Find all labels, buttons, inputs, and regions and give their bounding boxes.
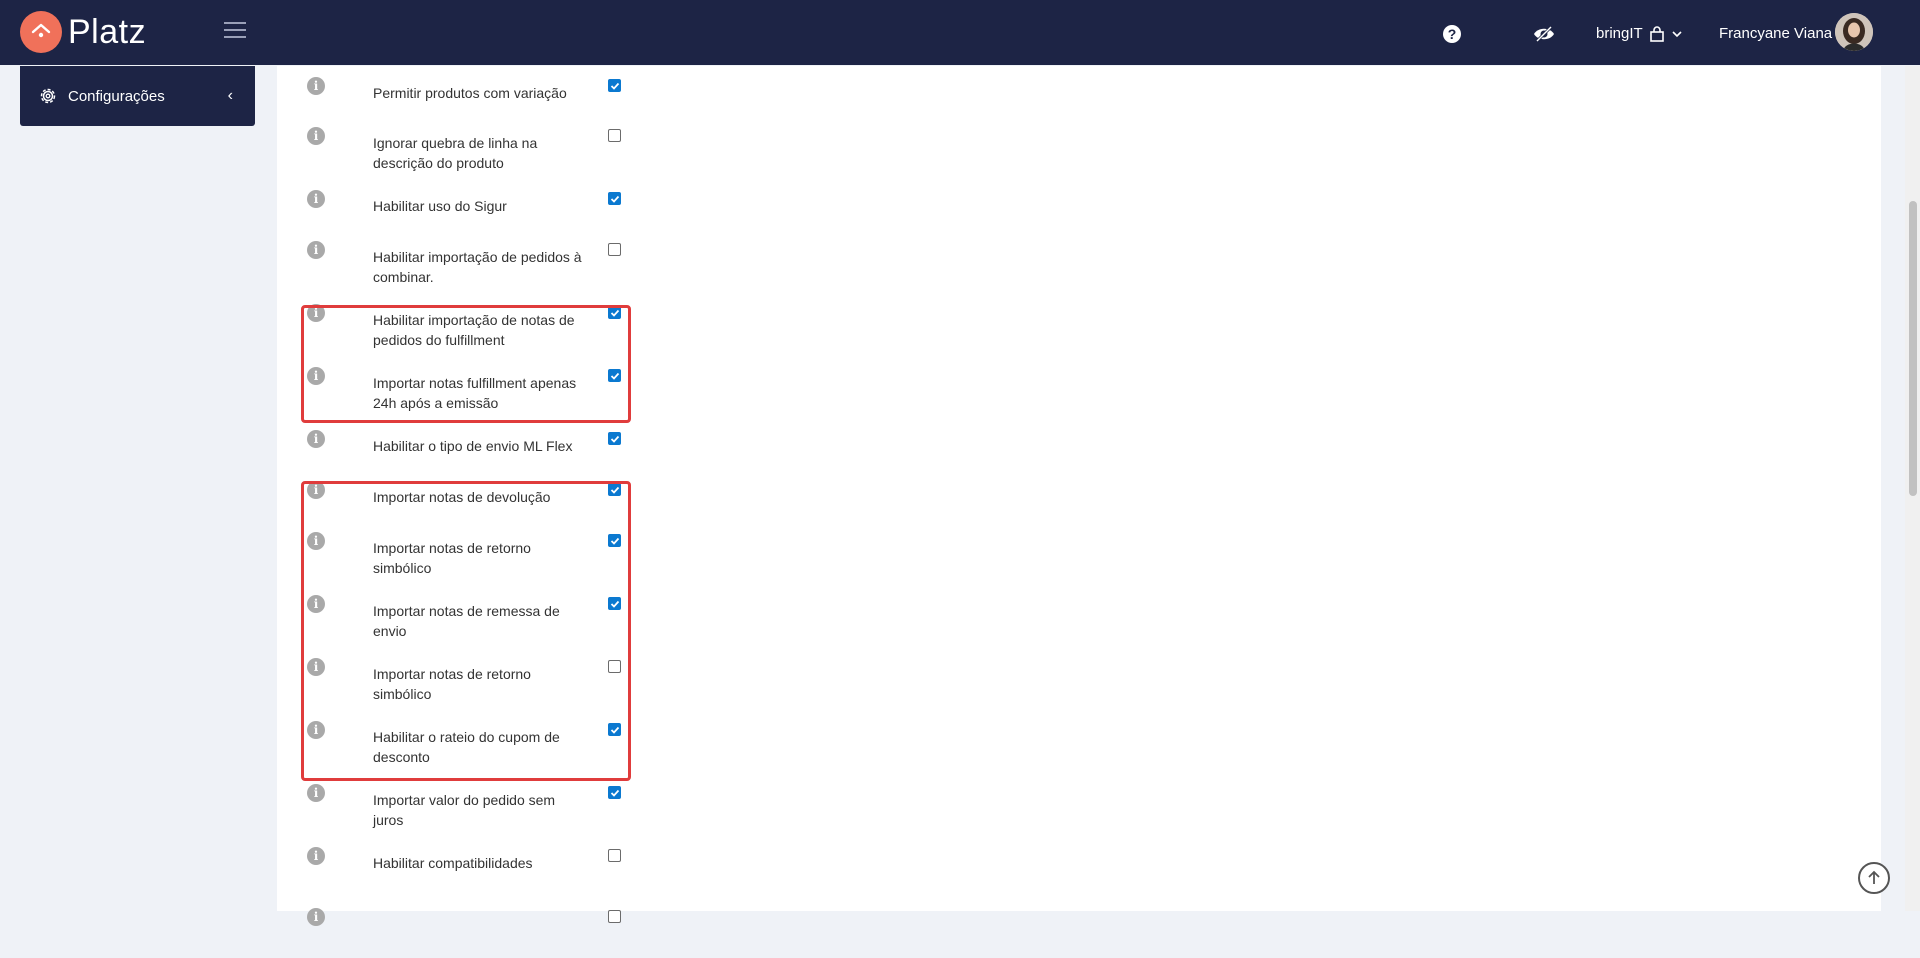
app-logo[interactable]: Platz (20, 11, 146, 53)
setting-label: Ignorar quebra de linha na descrição do … (373, 135, 538, 171)
setting-checkbox[interactable] (608, 243, 621, 256)
setting-checkbox[interactable] (608, 910, 621, 923)
app-name: Platz (68, 12, 147, 51)
user-avatar[interactable] (1835, 13, 1873, 51)
setting-row: i Permitir produtos com variação (277, 77, 977, 127)
sidebar-item-settings[interactable]: Configurações ‹ (20, 66, 255, 126)
menu-toggle-icon[interactable] (224, 22, 246, 40)
help-icon[interactable]: ? (1443, 25, 1461, 43)
user-name[interactable]: Francyane Viana (1719, 25, 1832, 42)
info-icon[interactable]: i (307, 127, 325, 145)
setting-label: Importar valor do pedido sem juros (373, 792, 556, 828)
info-icon[interactable]: i (307, 784, 325, 802)
setting-checkbox[interactable] (608, 129, 621, 142)
store-icon (1649, 25, 1664, 42)
info-icon[interactable]: i (307, 190, 325, 208)
chevron-left-icon[interactable]: ‹ (228, 87, 233, 105)
hide-values-icon[interactable] (1533, 25, 1555, 43)
sidebar-item-label: Configurações (68, 87, 165, 105)
setting-label: Habilitar uso do Sigur (373, 198, 507, 214)
setting-checkbox[interactable] (608, 79, 621, 92)
setting-label: Permitir produtos com variação (373, 85, 567, 101)
setting-row: i Habilitar compatibilidades (277, 847, 977, 897)
chevron-down-icon (1672, 30, 1682, 37)
top-navbar: Platz ? bringIT Francyane Viana (0, 0, 1920, 65)
info-icon[interactable]: i (307, 77, 325, 95)
setting-checkbox[interactable] (608, 432, 621, 445)
highlight-box-notes (301, 481, 631, 781)
home-icon (20, 11, 62, 53)
arrow-up-icon (1868, 870, 1880, 884)
page-scrollbar[interactable] (1905, 66, 1920, 911)
setting-row: i (277, 908, 977, 958)
highlight-box-fulfillment (301, 305, 631, 423)
setting-label: Habilitar importação de pedidos à combin… (373, 249, 582, 285)
scroll-to-top-button[interactable] (1858, 862, 1890, 894)
scrollbar-thumb[interactable] (1909, 201, 1917, 496)
info-icon[interactable]: i (307, 847, 325, 865)
info-icon[interactable]: i (307, 430, 325, 448)
setting-checkbox[interactable] (608, 849, 621, 862)
setting-row: i Habilitar uso do Sigur (277, 190, 977, 240)
setting-checkbox[interactable] (608, 192, 621, 205)
company-selector[interactable]: bringIT (1596, 25, 1683, 42)
setting-label: Habilitar o tipo de envio ML Flex (373, 438, 573, 454)
setting-row: i Ignorar quebra de linha na descrição do… (277, 127, 977, 177)
setting-row: i Habilitar o tipo de envio ML Flex (277, 430, 977, 480)
setting-checkbox[interactable] (608, 786, 621, 799)
setting-label: Habilitar compatibilidades (373, 855, 533, 871)
gear-icon (40, 88, 56, 104)
info-icon[interactable]: i (307, 241, 325, 259)
company-name: bringIT (1596, 25, 1643, 42)
settings-panel: i Permitir produtos com variação i Ignorar … (277, 66, 1881, 926)
setting-row: i Importar valor do pedido sem juros (277, 784, 977, 834)
setting-row: i Habilitar importação de pedidos à combi… (277, 241, 977, 291)
